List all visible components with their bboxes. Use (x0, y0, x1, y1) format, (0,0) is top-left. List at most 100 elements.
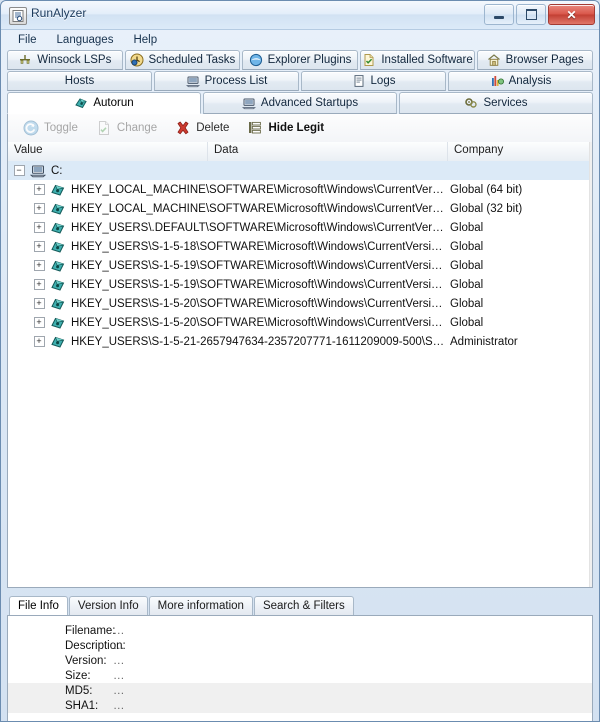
change-button[interactable]: Change (89, 117, 164, 139)
tab-logs[interactable]: Logs (301, 71, 446, 91)
toolbar-button-label: Toggle (44, 122, 78, 134)
tab-file-info[interactable]: File Info (9, 596, 68, 615)
field-label: MD5: (8, 685, 113, 697)
row-expander[interactable]: + (28, 203, 50, 214)
tab-more-information[interactable]: More information (149, 596, 253, 615)
tab-process-list[interactable]: Process List (154, 71, 299, 91)
field-label: Size: (8, 670, 113, 682)
company-cell: Global (32 bit) (448, 203, 592, 215)
vertical-scroll-gutter[interactable] (589, 142, 592, 587)
tab-label: Hosts (65, 75, 94, 87)
registry-path: HKEY_LOCAL_MACHINE\SOFTWARE\Microsoft\Wi… (71, 184, 448, 196)
registry-icon (50, 182, 66, 198)
registry-icon (50, 239, 66, 255)
field-sha1: SHA1: … (8, 698, 592, 713)
tab-strip: Winsock LSPs Scheduled Tasks (1, 50, 599, 114)
table-row[interactable]: + HKEY_LOCAL_MACHINE\SOFTWARE\Microsoft\… (8, 199, 592, 218)
row-expander[interactable]: + (28, 241, 50, 252)
column-header-company[interactable]: Company (448, 142, 592, 161)
installed-software-icon (362, 53, 376, 67)
process-list-icon (186, 74, 200, 88)
tab-label: Browser Pages (506, 54, 584, 66)
row-expander[interactable]: + (28, 298, 50, 309)
close-icon: ✕ (566, 9, 576, 21)
row-expander[interactable]: + (28, 260, 50, 271)
toggle-button[interactable]: Toggle (16, 117, 85, 139)
table-row[interactable]: + HKEY_USERS\S-1-5-19\SOFTWARE\Microsoft… (8, 256, 592, 275)
field-size: Size: … (8, 668, 592, 683)
tab-label: Analysis (509, 75, 552, 87)
company-cell: Global (448, 317, 592, 329)
menu-item-help[interactable]: Help (124, 32, 166, 48)
details-pane: File Info Version Info More information … (7, 594, 593, 722)
delete-icon (175, 120, 191, 136)
table-row[interactable]: + HKEY_USERS\S-1-5-20\SOFTWARE\Microsoft… (8, 294, 592, 313)
window-title: RunAlyzer (31, 6, 86, 20)
row-expander[interactable]: + (28, 317, 50, 328)
analysis-icon (490, 74, 504, 88)
tab-analysis[interactable]: Analysis (448, 71, 593, 91)
action-toolbar: Toggle Change Delete (8, 114, 592, 143)
row-expander[interactable]: + (28, 184, 50, 195)
caption-buttons: ✕ (484, 4, 595, 25)
menu-item-languages[interactable]: Languages (48, 32, 123, 48)
field-value: … (113, 670, 126, 682)
tab-version-info[interactable]: Version Info (69, 596, 148, 615)
tab-services[interactable]: Services (399, 92, 593, 114)
file-info-fields: Filename: … Description: … Version: … Si… (8, 616, 592, 713)
company-cell: Global (448, 298, 592, 310)
hide-legit-button[interactable]: Hide Legit (240, 117, 331, 139)
delete-button[interactable]: Delete (168, 117, 236, 139)
tab-scheduled-tasks[interactable]: Scheduled Tasks (125, 50, 241, 70)
autorun-icon (74, 96, 88, 110)
tab-winsock-lsps[interactable]: Winsock LSPs (7, 50, 123, 70)
advanced-startups-icon (242, 96, 256, 110)
registry-path: HKEY_USERS\S-1-5-20\SOFTWARE\Microsoft\W… (71, 298, 448, 310)
table-row[interactable]: + HKEY_USERS\S-1-5-20\SOFTWARE\Microsoft… (8, 313, 592, 332)
maximize-icon (526, 9, 537, 20)
autorun-list-view: Value Data Company − (8, 142, 592, 587)
maximize-button[interactable] (516, 4, 546, 25)
tab-label: Services (483, 97, 527, 109)
tab-row-3: Autorun Advanced Startups (7, 92, 593, 114)
browser-pages-icon (487, 53, 501, 67)
row-expander[interactable]: + (28, 336, 50, 347)
field-value: … (113, 700, 126, 712)
row-expander[interactable]: + (28, 279, 50, 290)
tab-advanced-startups[interactable]: Advanced Startups (203, 92, 397, 114)
registry-path: HKEY_USERS\S-1-5-20\SOFTWARE\Microsoft\W… (71, 317, 448, 329)
field-filename: Filename: … (8, 623, 592, 638)
tree-root-row[interactable]: − C: (8, 161, 592, 180)
registry-path: HKEY_LOCAL_MACHINE\SOFTWARE\Microsoft\Wi… (71, 203, 448, 215)
field-value: … (113, 685, 126, 697)
table-row[interactable]: + HKEY_USERS\S-1-5-18\SOFTWARE\Microsoft… (8, 237, 592, 256)
table-row[interactable]: + HKEY_USERS\.DEFAULT\SOFTWARE\Microsoft… (8, 218, 592, 237)
column-header-value[interactable]: Value (8, 142, 208, 161)
tab-installed-software[interactable]: Installed Software (360, 50, 476, 70)
menu-item-file[interactable]: File (9, 32, 46, 48)
table-row[interactable]: + HKEY_USERS\S-1-5-19\SOFTWARE\Microsoft… (8, 275, 592, 294)
table-row[interactable]: + HKEY_LOCAL_MACHINE\SOFTWARE\Microsoft\… (8, 180, 592, 199)
close-button[interactable]: ✕ (548, 4, 595, 25)
computer-icon (30, 163, 46, 179)
tab-browser-pages[interactable]: Browser Pages (477, 50, 593, 70)
tab-row-1: Winsock LSPs Scheduled Tasks (7, 50, 593, 70)
minimize-button[interactable] (484, 4, 514, 25)
table-row[interactable]: + HKEY_USERS\S-1-5-21-2657947634-2357207… (8, 332, 592, 351)
root-expander[interactable]: − (8, 165, 30, 176)
row-expander[interactable]: + (28, 222, 50, 233)
column-header-data[interactable]: Data (208, 142, 448, 161)
toolbar-button-label: Delete (196, 122, 229, 134)
company-cell: Global (448, 260, 592, 272)
tab-hosts[interactable]: Hosts (7, 71, 152, 91)
services-icon (464, 96, 478, 110)
tree-root-label: C: (51, 165, 63, 177)
minimize-icon (494, 16, 504, 19)
tab-explorer-plugins[interactable]: Explorer Plugins (242, 50, 358, 70)
tab-autorun[interactable]: Autorun (7, 92, 201, 114)
field-version: Version: … (8, 653, 592, 668)
registry-icon (50, 258, 66, 274)
tab-search-and-filters[interactable]: Search & Filters (254, 596, 354, 615)
app-icon (9, 7, 27, 25)
company-cell: Global (448, 241, 592, 253)
